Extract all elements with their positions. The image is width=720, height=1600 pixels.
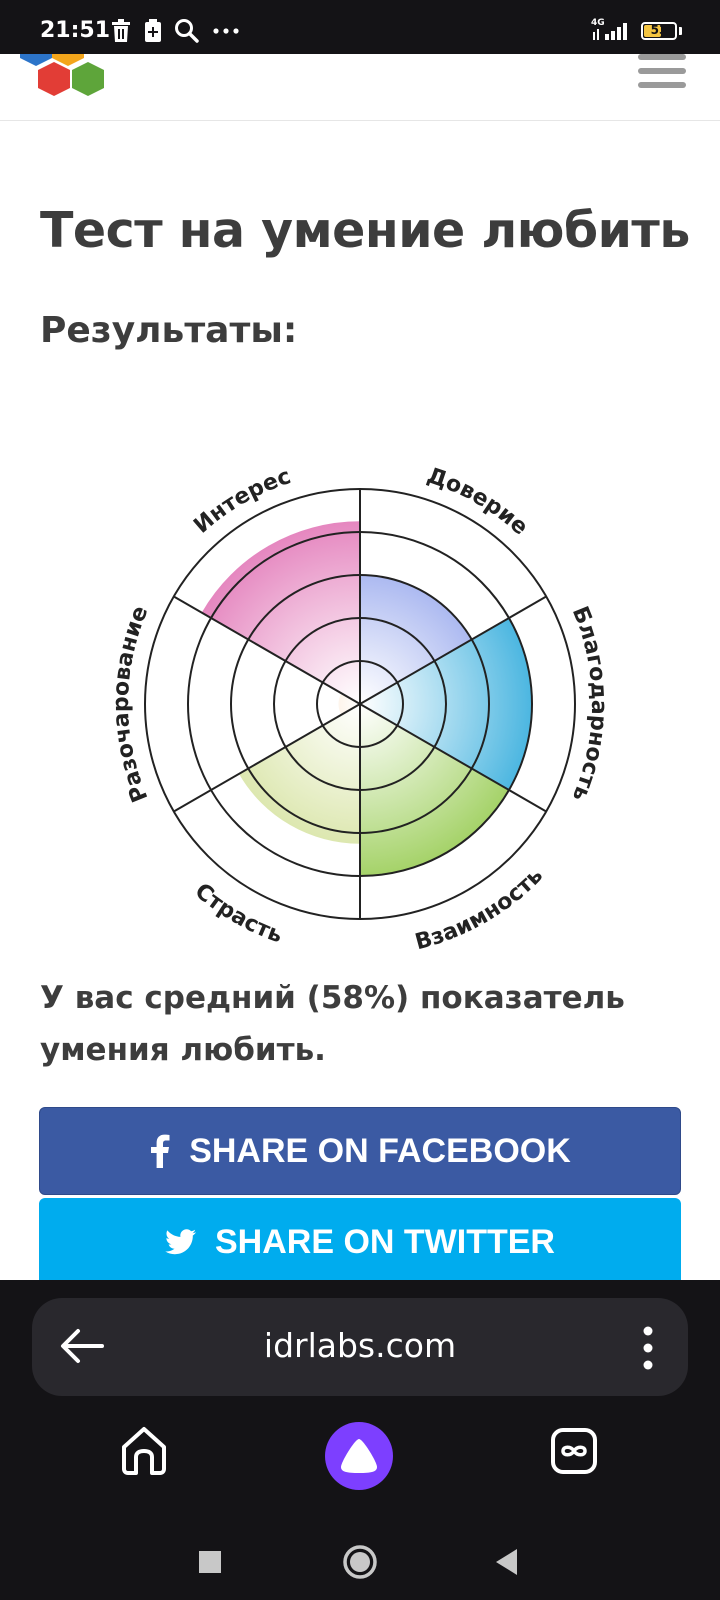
status-notification-icons	[110, 18, 240, 44]
home-icon[interactable]	[118, 1425, 170, 1477]
share-twitter-button[interactable]: SHARE ON TWITTER	[39, 1198, 681, 1280]
back-triangle-icon[interactable]	[496, 1549, 517, 1575]
chart-label-4: Страсть	[190, 879, 286, 949]
chart-label-1: Доверие	[424, 463, 533, 540]
address-bar[interactable]: idrlabs.com	[32, 1298, 688, 1396]
result-summary: У вас средний (58%) показатель умения лю…	[40, 980, 625, 1068]
web-page: Тест на умение любить Результаты: Довери…	[0, 54, 720, 1280]
square-icon[interactable]	[199, 1551, 221, 1573]
results-chart: Доверие Благодарность Взаимность Страсть Раз…	[110, 463, 610, 955]
alice-assistant-icon[interactable]	[325, 1422, 393, 1490]
chart-label-5: Разочарование	[110, 602, 153, 805]
more-icon	[213, 28, 239, 34]
chart-sector-4	[238, 704, 360, 844]
share-facebook-label: SHARE ON FACEBOOK	[189, 1131, 571, 1170]
alice-triangle-icon	[341, 1439, 377, 1473]
chart-sector-6	[201, 521, 360, 704]
results-heading: Результаты:	[40, 310, 298, 351]
signal-icon: 4G	[591, 18, 631, 42]
hexagon-logo[interactable]	[18, 54, 110, 104]
status-time: 21:51	[40, 18, 111, 43]
system-navigation	[199, 1545, 517, 1579]
page-title: Тест на умение любить	[40, 202, 690, 259]
site-header	[0, 54, 720, 121]
search-icon	[175, 19, 199, 43]
twitter-icon	[165, 1229, 196, 1255]
browser-bottom-bar: idrlabs.com	[0, 1280, 720, 1600]
circle-icon[interactable]	[343, 1545, 377, 1579]
more-vertical-icon[interactable]	[642, 1326, 654, 1370]
share-facebook-button[interactable]: SHARE ON FACEBOOK	[39, 1107, 681, 1195]
status-system-icons: 4G 53	[591, 18, 682, 42]
status-bar: 21:51 4G 53	[0, 0, 720, 54]
battery-tip	[679, 27, 682, 35]
facebook-icon	[151, 1134, 170, 1168]
battery-icon: 53	[641, 22, 677, 40]
chart-label-6: Интерес	[189, 464, 294, 539]
tabs-icon[interactable]	[550, 1427, 598, 1475]
trash-icon	[112, 19, 130, 42]
chart-label-2: Благодарность	[567, 603, 610, 805]
battery-percent: 53	[650, 23, 668, 37]
chart-label-3: Взаимность	[413, 863, 549, 955]
url-text[interactable]: idrlabs.com	[32, 1326, 688, 1365]
share-twitter-label: SHARE ON TWITTER	[215, 1222, 555, 1261]
hamburger-icon[interactable]	[638, 54, 686, 90]
battery-saver-icon	[145, 19, 161, 42]
